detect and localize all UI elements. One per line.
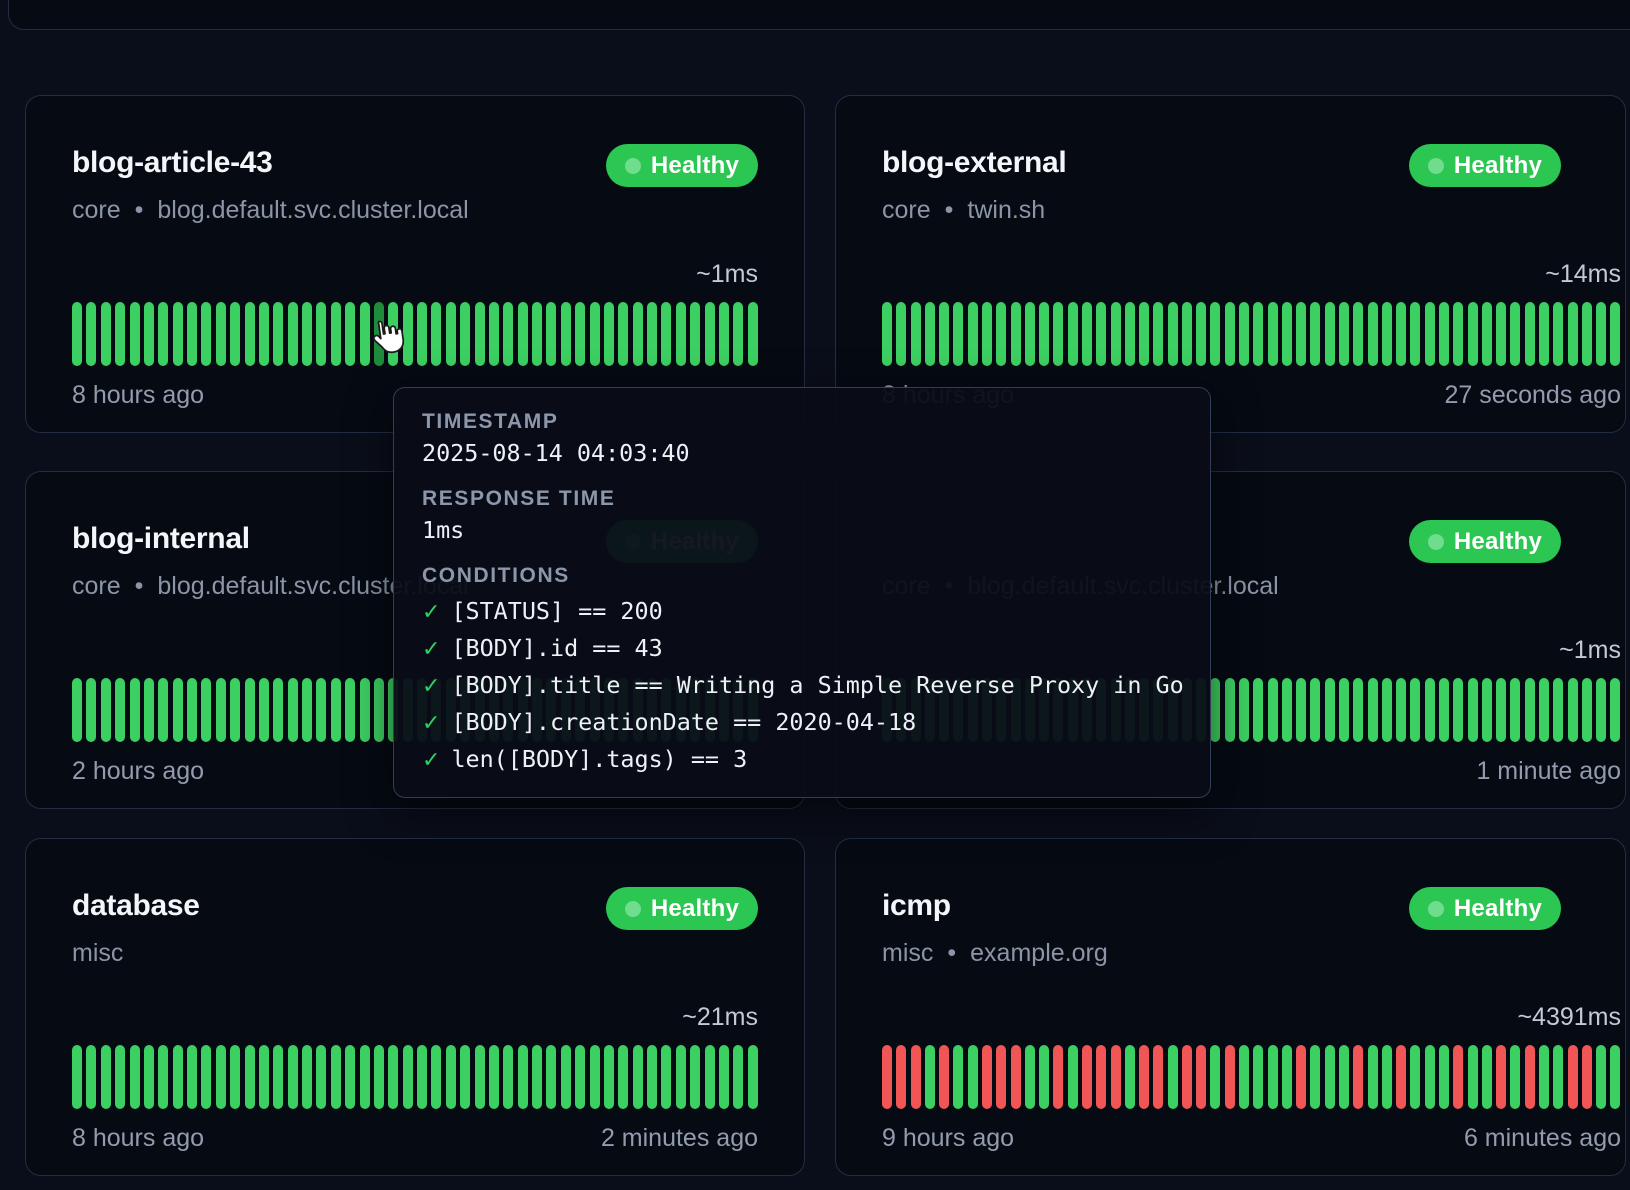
condition-row: ✓ [BODY].id == 43 xyxy=(422,634,1184,662)
uptime-bars[interactable] xyxy=(72,1045,758,1109)
service-card-blog-external[interactable]: blog-external Healthy core • twin.sh ~14… xyxy=(835,95,1626,433)
service-card-icmp[interactable]: icmp Healthy misc • example.org ~4391ms … xyxy=(835,838,1626,1176)
condition-text: [STATUS] == 200 xyxy=(451,597,662,625)
service-title: icmp xyxy=(882,889,951,923)
service-card-database[interactable]: database Healthy misc ~21ms 8 hours ago … xyxy=(25,838,805,1176)
uptime-bars[interactable] xyxy=(882,302,1621,366)
time-range: 9 hours ago 6 minutes ago xyxy=(882,1124,1621,1153)
condition-row: ✓ [BODY].title == Writing a Simple Rever… xyxy=(422,671,1184,699)
service-subtitle: core • blog.default.svc.cluster.local xyxy=(72,196,469,225)
time-newest: 2 minutes ago xyxy=(601,1124,758,1153)
service-title: blog-external xyxy=(882,146,1066,180)
check-icon: ✓ xyxy=(422,636,440,662)
check-icon: ✓ xyxy=(422,747,440,773)
time-newest: 1 minute ago xyxy=(1476,757,1621,786)
status-badge: Healthy xyxy=(606,887,758,930)
condition-row: ✓ [STATUS] == 200 xyxy=(422,597,1184,625)
service-subtitle: core • twin.sh xyxy=(882,196,1045,225)
service-host: twin.sh xyxy=(967,196,1045,225)
condition-text: len([BODY].tags) == 3 xyxy=(451,745,747,773)
tooltip-response-value: 1ms xyxy=(422,516,1184,544)
status-badge: Healthy xyxy=(1409,520,1561,563)
status-badge: Healthy xyxy=(606,144,758,187)
subtitle-separator: • xyxy=(947,939,956,968)
tooltip-conditions-label: CONDITIONS xyxy=(422,564,1184,588)
service-group: misc xyxy=(882,939,933,968)
status-dot-icon xyxy=(1428,534,1444,550)
avg-response-label: ~1ms xyxy=(1559,636,1621,665)
service-group: core xyxy=(72,196,121,225)
subtitle-separator: • xyxy=(135,196,144,225)
avg-response-label: ~21ms xyxy=(682,1003,758,1032)
avg-response-label: ~14ms xyxy=(1545,260,1621,289)
tooltip-timestamp-value: 2025-08-14 04:03:40 xyxy=(422,439,1184,467)
time-oldest: 8 hours ago xyxy=(72,381,204,410)
service-subtitle: misc • example.org xyxy=(882,939,1108,968)
check-icon: ✓ xyxy=(422,673,440,699)
status-label: Healthy xyxy=(651,152,739,180)
check-icon: ✓ xyxy=(422,710,440,736)
partial-card-above xyxy=(8,0,1630,30)
uptime-bars[interactable] xyxy=(882,1045,1621,1109)
time-newest: 6 minutes ago xyxy=(1464,1124,1621,1153)
service-group: core xyxy=(882,196,931,225)
condition-text: [BODY].id == 43 xyxy=(451,634,662,662)
condition-row: ✓ [BODY].creationDate == 2020-04-18 xyxy=(422,708,1184,736)
status-badge: Healthy xyxy=(1409,144,1561,187)
service-group: core xyxy=(72,572,121,601)
service-host: blog.default.svc.cluster.local xyxy=(157,196,468,225)
status-dot-icon xyxy=(1428,158,1444,174)
condition-text: [BODY].creationDate == 2020-04-18 xyxy=(451,708,916,736)
service-host: example.org xyxy=(970,939,1108,968)
status-badge: Healthy xyxy=(1409,887,1561,930)
service-title: blog-article-43 xyxy=(72,146,273,180)
subtitle-separator: • xyxy=(945,196,954,225)
hand-cursor-icon xyxy=(363,316,407,364)
condition-row: ✓ len([BODY].tags) == 3 xyxy=(422,745,1184,773)
status-dot-icon xyxy=(625,158,641,174)
condition-text: [BODY].title == Writing a Simple Reverse… xyxy=(451,671,1183,699)
subtitle-separator: • xyxy=(135,572,144,601)
time-oldest: 2 hours ago xyxy=(72,757,204,786)
avg-response-label: ~4391ms xyxy=(1517,1003,1621,1032)
service-title: blog-internal xyxy=(72,522,250,556)
check-icon: ✓ xyxy=(422,599,440,625)
status-dot-icon xyxy=(625,901,641,917)
avg-response-label: ~1ms xyxy=(696,260,758,289)
status-dot-icon xyxy=(1428,901,1444,917)
result-tooltip: TIMESTAMP 2025-08-14 04:03:40 RESPONSE T… xyxy=(393,387,1211,798)
status-label: Healthy xyxy=(1454,528,1542,556)
time-oldest: 8 hours ago xyxy=(72,1124,204,1153)
tooltip-timestamp-label: TIMESTAMP xyxy=(422,410,1184,434)
service-subtitle: misc xyxy=(72,939,137,968)
uptime-bars[interactable] xyxy=(72,302,758,366)
tooltip-response-label: RESPONSE TIME xyxy=(422,487,1184,511)
status-label: Healthy xyxy=(1454,895,1542,923)
service-card-blog-article-43[interactable]: blog-article-43 Healthy core • blog.defa… xyxy=(25,95,805,433)
time-oldest: 9 hours ago xyxy=(882,1124,1014,1153)
service-title: database xyxy=(72,889,200,923)
time-newest: 27 seconds ago xyxy=(1444,381,1621,410)
time-range: 8 hours ago 2 minutes ago xyxy=(72,1124,758,1153)
service-group: misc xyxy=(72,939,123,968)
status-label: Healthy xyxy=(1454,152,1542,180)
status-label: Healthy xyxy=(651,895,739,923)
